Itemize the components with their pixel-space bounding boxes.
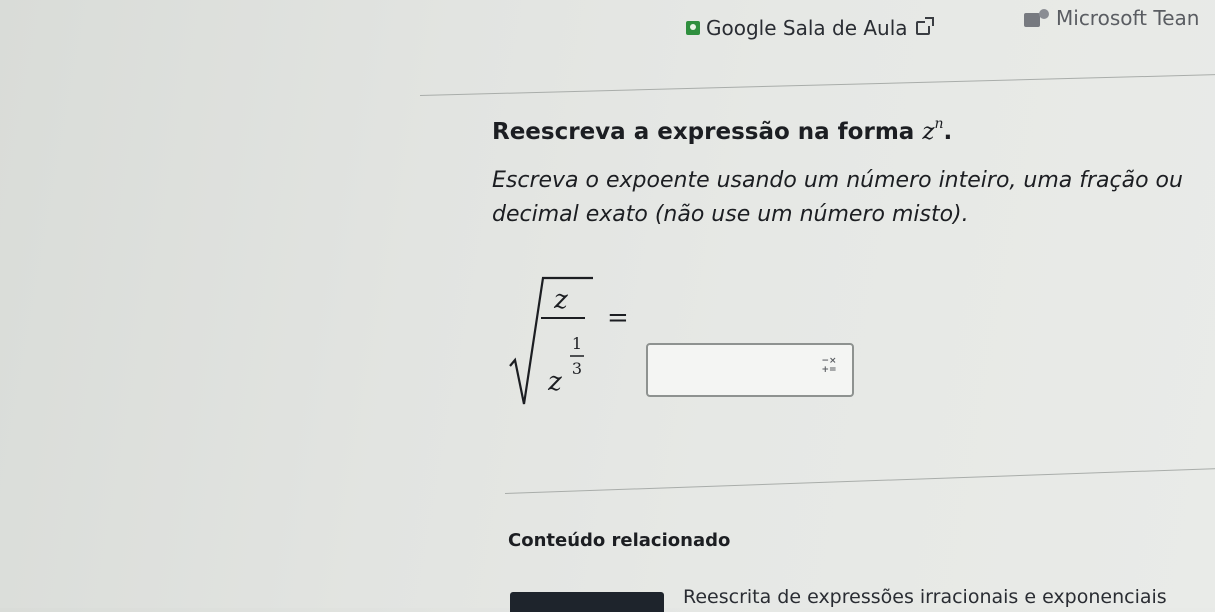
heading-base: z — [922, 119, 935, 145]
google-classroom-icon — [686, 21, 700, 35]
question-heading: Reescreva a expressão na forma zn. — [492, 116, 953, 145]
instructions-line-1: Escreva o expoente usando um número inte… — [492, 168, 1183, 193]
numerator-z: z — [553, 285, 568, 315]
microsoft-teams-label: Microsoft Tean — [1056, 6, 1200, 30]
equals-sign: = — [607, 303, 629, 333]
question-heading-text: Reescreva a expressão na forma — [492, 119, 915, 145]
external-link-icon — [915, 17, 934, 35]
top-divider — [419, 74, 1215, 96]
microsoft-teams-link[interactable]: Microsoft Tean — [1024, 6, 1199, 30]
exponent-denominator: 3 — [572, 359, 582, 378]
keypad-symbols-bottom: += — [821, 365, 837, 375]
heading-exponent: n — [934, 116, 944, 132]
expression-graphic: z z 1 3 = — [509, 276, 629, 405]
related-content-link[interactable]: Reescrita de expressões irracionais e ex… — [683, 586, 1167, 608]
related-content-heading: Conteúdo relacionado — [508, 530, 731, 551]
heading-period: . — [943, 119, 953, 145]
math-expression: z z 1 3 = — [505, 270, 655, 410]
related-content-thumbnail[interactable] — [510, 592, 664, 612]
exponent-numerator: 1 — [572, 334, 582, 353]
google-classroom-label: Google Sala de Aula — [706, 16, 908, 40]
instructions: Escreva o expoente usando um número inte… — [492, 164, 1215, 232]
bottom-divider — [504, 467, 1215, 494]
microsoft-teams-icon — [1024, 9, 1050, 27]
google-classroom-link[interactable]: Google Sala de Aula — [686, 16, 934, 40]
math-keypad-icon[interactable]: −× += — [818, 357, 840, 381]
denominator-z: z — [547, 367, 562, 397]
instructions-line-2: decimal exato (não use um número misto). — [492, 202, 969, 227]
